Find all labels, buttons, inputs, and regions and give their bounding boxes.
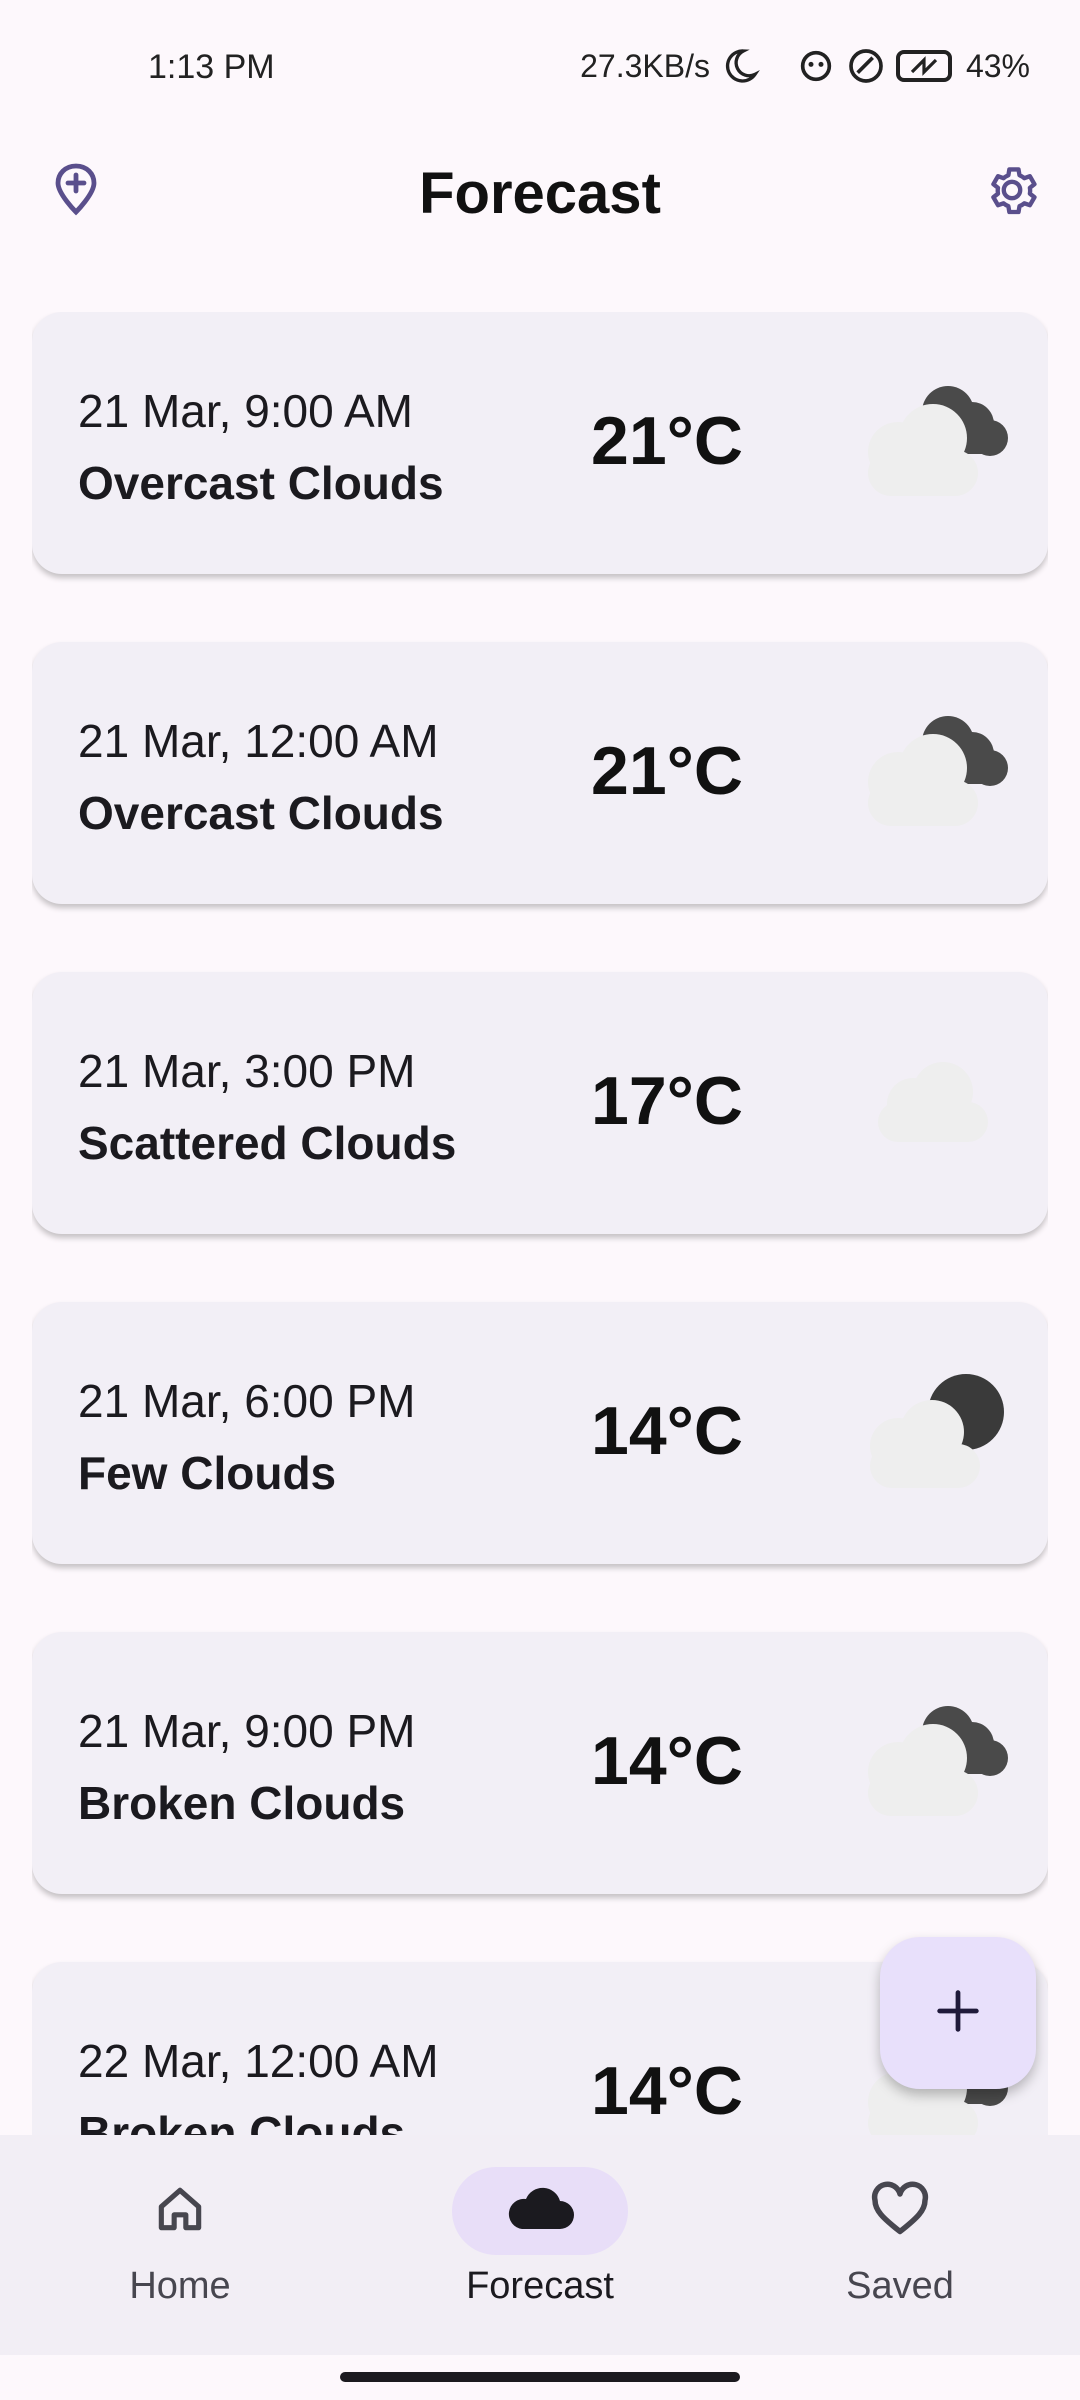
forecast-temperature: 14°C [591, 1723, 743, 1799]
top-app-bar: Forecast [0, 140, 1080, 250]
forecast-card[interactable]: 21 Mar, 9:00 PM Broken Clouds 14°C [32, 1632, 1048, 1894]
nav-item-forecast[interactable]: Forecast [410, 2167, 670, 2327]
status-bar: 1:13 PM 27.3KB/s 43% [0, 0, 1080, 140]
forecast-card[interactable]: 21 Mar, 6:00 PM Few Clouds 14°C [32, 1302, 1048, 1564]
overcast-clouds-icon [848, 702, 1028, 842]
nav-item-saved[interactable]: Saved [770, 2167, 1030, 2327]
nav-active-indicator [452, 2167, 628, 2255]
moon-icon [720, 46, 760, 86]
home-icon [152, 2181, 208, 2242]
forecast-date: 21 Mar, 6:00 PM [78, 1375, 416, 1427]
forecast-temperature: 14°C [591, 1393, 743, 1469]
heart-icon [870, 2181, 930, 2242]
few-clouds-icon [848, 1362, 1028, 1502]
overcast-clouds-icon [848, 372, 1028, 512]
forecast-date: 21 Mar, 9:00 AM [78, 385, 413, 437]
forecast-temperature: 21°C [591, 733, 743, 809]
forecast-date: 21 Mar, 3:00 PM [78, 1045, 416, 1097]
app-notification-icon [796, 46, 836, 86]
forecast-date: 21 Mar, 9:00 PM [78, 1705, 416, 1757]
status-time: 1:13 PM [148, 48, 275, 86]
page-title: Forecast [419, 161, 661, 226]
status-right: 27.3KB/s 43% [580, 46, 1030, 86]
cloud-icon [504, 2184, 576, 2239]
forecast-card[interactable]: 21 Mar, 9:00 AM Overcast Clouds 21°C [32, 312, 1048, 574]
forecast-card[interactable]: 21 Mar, 12:00 AM Overcast Clouds 21°C [32, 642, 1048, 904]
nav-icon-container [812, 2167, 988, 2255]
forecast-description: Scattered Clouds [78, 1117, 457, 1169]
forecast-card[interactable]: 21 Mar, 3:00 PM Scattered Clouds 17°C [32, 972, 1048, 1234]
forecast-description: Overcast Clouds [78, 457, 444, 509]
nav-item-home[interactable]: Home [50, 2167, 310, 2327]
forecast-temperature: 17°C [591, 1063, 743, 1139]
nav-icon-container [92, 2167, 268, 2255]
forecast-description: Few Clouds [78, 1447, 337, 1499]
add-button[interactable] [880, 1937, 1036, 2089]
nav-label-saved: Saved [846, 2265, 954, 2307]
data-saver-icon [846, 46, 886, 86]
nav-label-home: Home [129, 2265, 231, 2307]
forecast-date: 22 Mar, 12:00 AM [78, 2035, 439, 2087]
forecast-description: Broken Clouds [78, 1777, 406, 1829]
forecast-description: Broken Clouds [78, 2107, 406, 2135]
broken-clouds-icon [848, 1692, 1028, 1832]
battery-icon [895, 48, 956, 84]
nav-label-forecast: Forecast [466, 2265, 614, 2307]
forecast-temperature: 21°C [591, 403, 743, 479]
forecast-temperature: 14°C [591, 2053, 743, 2129]
battery-level: 43% [965, 47, 1030, 84]
scattered-clouds-icon [848, 1032, 1028, 1172]
forecast-description: Overcast Clouds [78, 787, 444, 839]
gesture-handle[interactable] [340, 2372, 740, 2382]
network-speed: 27.3KB/s [580, 47, 710, 84]
forecast-list[interactable]: 21 Mar, 9:00 AM Overcast Clouds 21°C 21 … [32, 312, 1048, 2135]
bottom-navigation: Home Forecast Saved [0, 2135, 1080, 2355]
settings-button[interactable] [972, 152, 1052, 232]
gear-icon [983, 161, 1041, 224]
plus-icon [936, 1989, 980, 2038]
forecast-date: 21 Mar, 12:00 AM [78, 715, 439, 767]
